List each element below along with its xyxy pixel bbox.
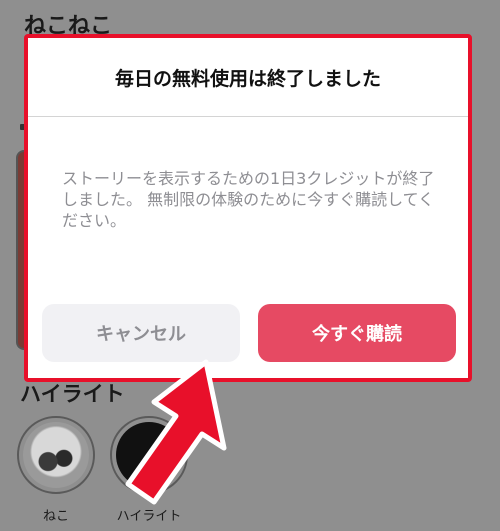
annotation-arrow-icon bbox=[125, 359, 227, 505]
highlights-heading: ハイライト bbox=[20, 382, 125, 406]
highlight-label: ねこ bbox=[42, 509, 69, 524]
annotation-frame bbox=[24, 34, 472, 382]
highlight-thumbnail bbox=[23, 422, 89, 488]
highlight-label: ハイライト bbox=[116, 509, 182, 524]
highlight-neko[interactable] bbox=[17, 416, 95, 494]
